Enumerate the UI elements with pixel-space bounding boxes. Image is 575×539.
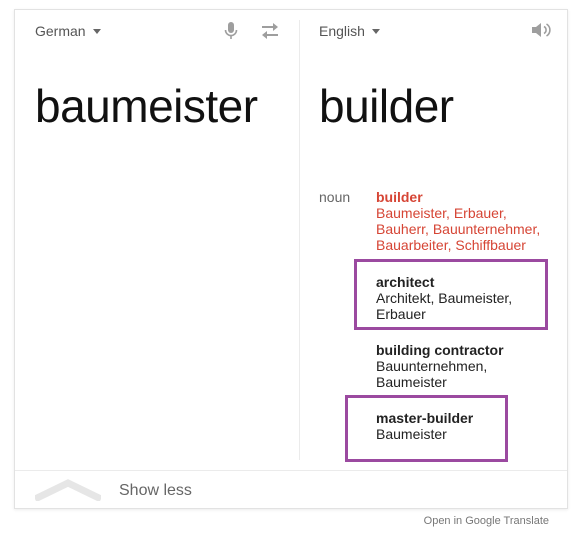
entry-synonyms[interactable]: Bauarbeiter, Schiffbauer bbox=[376, 237, 540, 253]
entry-term: builder bbox=[376, 189, 423, 205]
entry-synonyms[interactable]: Baumeister bbox=[376, 374, 504, 390]
source-language-label: German bbox=[35, 23, 86, 39]
entry-synonyms[interactable]: Erbauer bbox=[376, 306, 512, 322]
entry-term: building contractor bbox=[376, 342, 504, 358]
microphone-icon[interactable] bbox=[224, 21, 238, 41]
chevron-up-icon bbox=[35, 479, 101, 501]
entry-term: architect bbox=[376, 274, 435, 290]
entry-synonyms[interactable]: Architekt, Baumeister, bbox=[376, 290, 512, 306]
part-of-speech: noun bbox=[319, 189, 351, 205]
translate-card: German English baumeister builder noun b… bbox=[14, 9, 568, 509]
entry-synonyms[interactable]: Bauherr, Bauunternehmer, bbox=[376, 221, 540, 237]
dictionary-entry[interactable]: builder Baumeister, Erbauer, Bauherr, Ba… bbox=[376, 189, 540, 253]
dictionary-entry[interactable]: building contractor Bauunternehmen, Baum… bbox=[376, 342, 504, 390]
source-language-dropdown-icon bbox=[92, 29, 101, 34]
target-language-label: English bbox=[319, 23, 365, 39]
dictionary-entry[interactable]: architect Architekt, Baumeister, Erbauer bbox=[376, 274, 512, 322]
show-less-label: Show less bbox=[119, 482, 192, 499]
translated-text: builder bbox=[319, 80, 454, 132]
entry-term: master-builder bbox=[376, 410, 474, 426]
speaker-icon[interactable] bbox=[531, 21, 551, 39]
target-language-select[interactable]: English bbox=[319, 23, 380, 39]
entry-synonyms[interactable]: Baumeister bbox=[376, 426, 473, 442]
target-language-dropdown-icon bbox=[371, 29, 380, 34]
show-less-button[interactable]: Show less bbox=[15, 471, 567, 509]
source-text[interactable]: baumeister bbox=[35, 78, 258, 134]
swap-arrows-icon[interactable] bbox=[259, 22, 281, 40]
open-in-google-translate-link[interactable]: Open in Google Translate bbox=[424, 515, 549, 527]
entry-synonyms[interactable]: Baumeister, Erbauer, bbox=[376, 205, 540, 221]
dictionary-entry[interactable]: master-builder Baumeister bbox=[376, 410, 473, 442]
source-language-select[interactable]: German bbox=[35, 23, 101, 39]
panel-divider bbox=[299, 20, 300, 460]
entry-synonyms[interactable]: Bauunternehmen, bbox=[376, 358, 504, 374]
